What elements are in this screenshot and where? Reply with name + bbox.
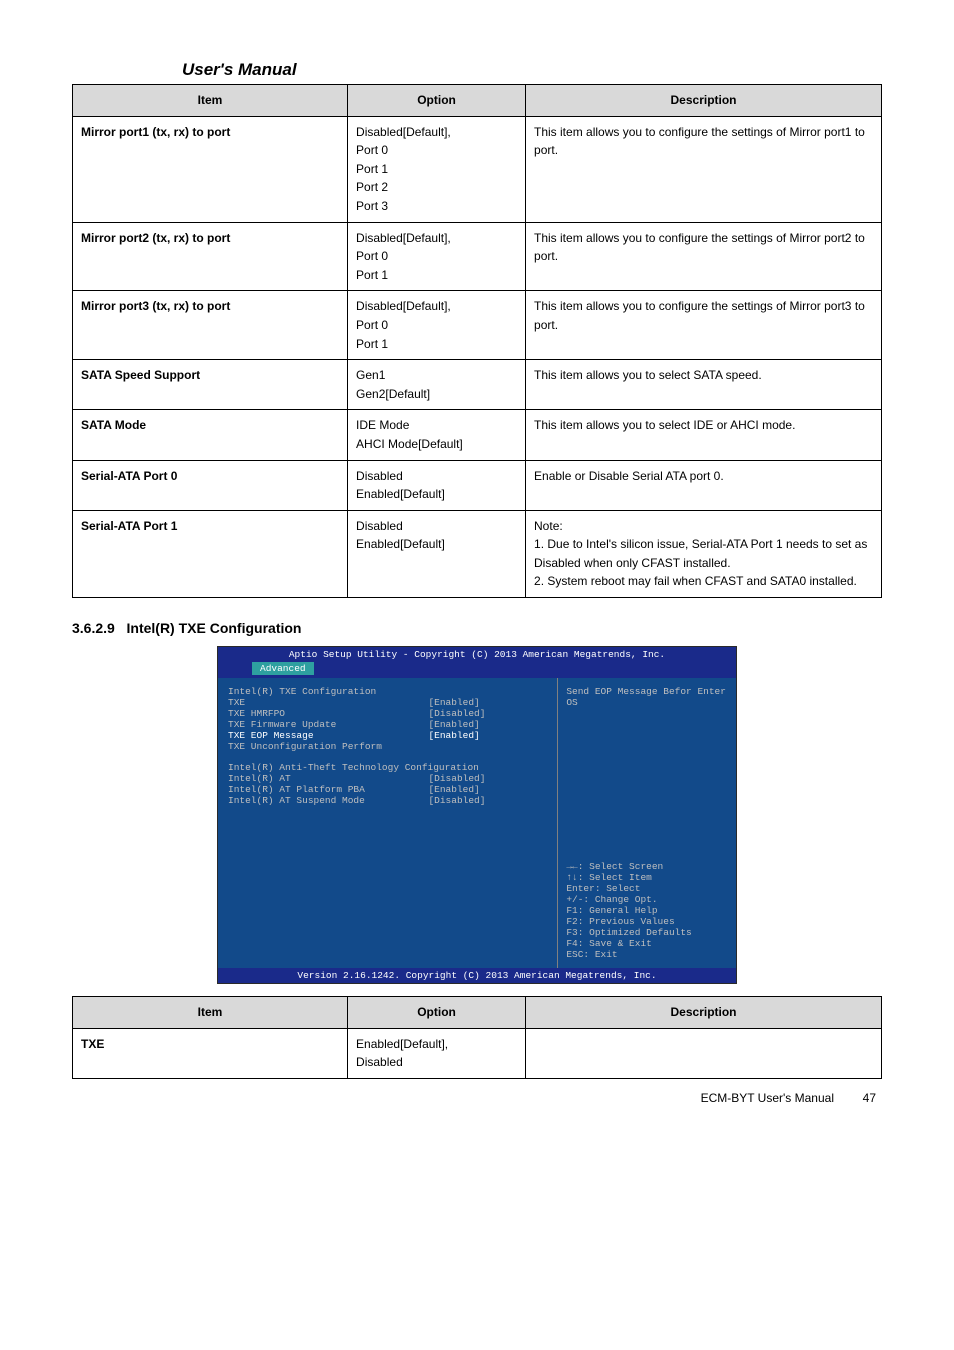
col-option: Option [348, 997, 526, 1029]
bios-val: [Enabled] [428, 719, 551, 730]
desc-cell: This item allows you to configure the se… [526, 222, 882, 291]
item-cell: Serial-ATA Port 1 [73, 510, 348, 597]
bios-key: ESC: Exit [566, 949, 728, 960]
footer-page-number: 47 [863, 1091, 876, 1105]
bios-lbl-selected: TXE EOP Message [228, 730, 428, 741]
bios-key-hints: →←: Select Screen ↑↓: Select Item Enter:… [566, 861, 728, 960]
table-row: Mirror port1 (tx, rx) to port Disabled[D… [73, 116, 882, 222]
manual-title: User's Manual [182, 60, 882, 80]
col-item: Item [73, 997, 348, 1029]
bios-val: [Enabled] [428, 697, 551, 708]
bios-lbl: Intel(R) AT Suspend Mode [228, 795, 428, 806]
table-header-row: Item Option Description [73, 85, 882, 117]
bios-val: [Disabled] [428, 708, 551, 719]
bios-bottom-bar: Version 2.16.1242. Copyright (C) 2013 Am… [218, 968, 736, 983]
item-cell: SATA Mode [73, 410, 348, 460]
item-cell: Mirror port1 (tx, rx) to port [73, 116, 348, 222]
table-row: Serial-ATA Port 1 Disabled Enabled[Defau… [73, 510, 882, 597]
item-cell: Mirror port3 (tx, rx) to port [73, 291, 348, 360]
bios-key: F1: General Help [566, 905, 728, 916]
bios-val: [Disabled] [428, 795, 551, 806]
bios-tab-advanced: Advanced [252, 662, 314, 675]
bios-val [428, 741, 551, 752]
bios-key: +/-: Change Opt. [566, 894, 728, 905]
table-row: Mirror port3 (tx, rx) to port Disabled[D… [73, 291, 882, 360]
bios-left-pane: Intel(R) TXE Configuration TXE[Enabled] … [218, 678, 558, 968]
option-cell: Disabled[Default], Port 0 Port 1 [348, 222, 526, 291]
bios-key: →←: Select Screen [566, 861, 728, 872]
option-cell: Gen1 Gen2[Default] [348, 360, 526, 410]
bios-screenshot: Aptio Setup Utility - Copyright (C) 2013… [217, 646, 737, 984]
bios-lbl: Intel(R) AT Platform PBA [228, 784, 428, 795]
option-cell: Enabled[Default], Disabled [348, 1028, 526, 1078]
options-table-1: Item Option Description Mirror port1 (tx… [72, 84, 882, 598]
option-cell: IDE Mode AHCI Mode[Default] [348, 410, 526, 460]
bios-body: Intel(R) TXE Configuration TXE[Enabled] … [218, 678, 736, 968]
desc-cell [526, 1028, 882, 1078]
bios-key: ↑↓: Select Item [566, 872, 728, 883]
table-row: TXE Enabled[Default], Disabled [73, 1028, 882, 1078]
bios-val: [Disabled] [428, 773, 551, 784]
bios-val: [Enabled] [428, 784, 551, 795]
item-cell: Serial-ATA Port 0 [73, 460, 348, 510]
bios-lbl: TXE HMRFPO [228, 708, 428, 719]
bios-right-pane: Send EOP Message Befor Enter OS →←: Sele… [558, 678, 736, 968]
table-row: SATA Mode IDE Mode AHCI Mode[Default] Th… [73, 410, 882, 460]
bios-key: F4: Save & Exit [566, 938, 728, 949]
bios-help-text: Send EOP Message Befor Enter OS [566, 686, 728, 708]
option-cell: Disabled Enabled[Default] [348, 510, 526, 597]
bios-top-bar: Aptio Setup Utility - Copyright (C) 2013… [218, 647, 736, 662]
col-option: Option [348, 85, 526, 117]
bios-lbl: Intel(R) AT [228, 773, 428, 784]
bios-left-title: Intel(R) TXE Configuration [228, 686, 428, 697]
bios-key: Enter: Select [566, 883, 728, 894]
col-desc: Description [526, 997, 882, 1029]
bios-key: F2: Previous Values [566, 916, 728, 927]
item-cell: Mirror port2 (tx, rx) to port [73, 222, 348, 291]
table-row: SATA Speed Support Gen1 Gen2[Default] Th… [73, 360, 882, 410]
bios-key: F3: Optimized Defaults [566, 927, 728, 938]
bios-lbl: TXE Unconfiguration Perform [228, 741, 428, 752]
desc-cell: This item allows you to select IDE or AH… [526, 410, 882, 460]
desc-cell: Note: 1. Due to Intel's silicon issue, S… [526, 510, 882, 597]
table-row: Serial-ATA Port 0 Disabled Enabled[Defau… [73, 460, 882, 510]
bios-at-title: Intel(R) Anti-Theft Technology Configura… [228, 762, 428, 773]
option-cell: Disabled[Default], Port 0 Port 1 Port 2 … [348, 116, 526, 222]
table-header-row: Item Option Description [73, 997, 882, 1029]
table-row: Mirror port2 (tx, rx) to port Disabled[D… [73, 222, 882, 291]
bios-val: [Enabled] [428, 730, 551, 741]
section-title: Intel(R) TXE Configuration [127, 620, 302, 636]
desc-cell: This item allows you to select SATA spee… [526, 360, 882, 410]
desc-cell: This item allows you to configure the se… [526, 291, 882, 360]
option-cell: Disabled Enabled[Default] [348, 460, 526, 510]
bios-tab-bar: Advanced [218, 662, 736, 678]
item-cell: SATA Speed Support [73, 360, 348, 410]
item-cell: TXE [73, 1028, 348, 1078]
desc-cell: Enable or Disable Serial ATA port 0. [526, 460, 882, 510]
footer-doc-title: ECM-BYT User's Manual [701, 1091, 834, 1105]
col-item: Item [73, 85, 348, 117]
options-table-2: Item Option Description TXE Enabled[Defa… [72, 996, 882, 1079]
desc-cell: This item allows you to configure the se… [526, 116, 882, 222]
col-desc: Description [526, 85, 882, 117]
section-number: 3.6.2.9 [72, 620, 115, 636]
bios-lbl: TXE Firmware Update [228, 719, 428, 730]
bios-lbl: TXE [228, 697, 428, 708]
section-heading: 3.6.2.9 Intel(R) TXE Configuration [72, 620, 882, 636]
option-cell: Disabled[Default], Port 0 Port 1 [348, 291, 526, 360]
